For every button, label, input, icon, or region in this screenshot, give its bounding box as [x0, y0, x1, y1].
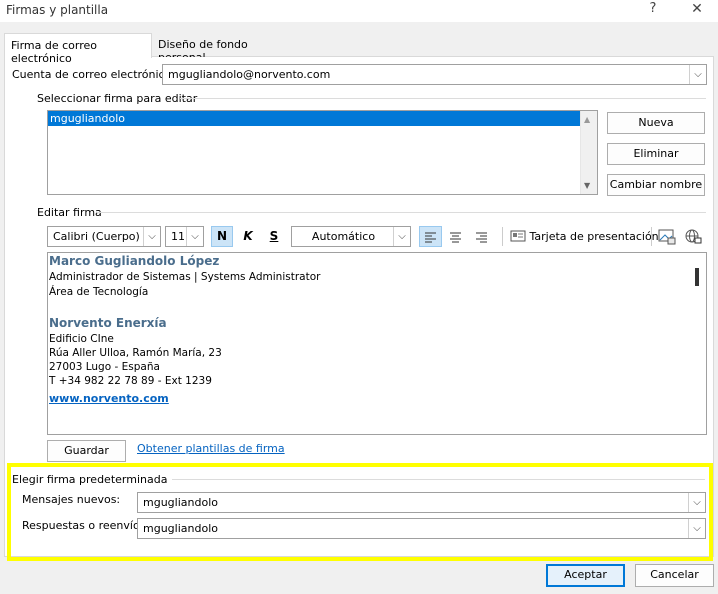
delete-signature-label: Eliminar	[633, 147, 679, 160]
cancel-button[interactable]: Cancelar	[635, 564, 714, 587]
font-name-select[interactable]: Calibri (Cuerpo) ⌵	[47, 226, 161, 247]
underline-button[interactable]: S	[264, 226, 284, 247]
tab-email-signature[interactable]: Firma de correo electrónico	[4, 33, 152, 65]
editor-scroll-thumb[interactable]	[695, 268, 699, 286]
toolbar-separator	[651, 227, 652, 246]
new-messages-value: mgugliandolo	[143, 496, 218, 509]
picture-icon	[658, 229, 676, 245]
align-left-button[interactable]	[419, 226, 442, 247]
save-signature-button[interactable]: Guardar	[47, 440, 126, 462]
group-divider	[172, 479, 705, 480]
signature-building: Edificio CIne	[49, 333, 114, 345]
business-card-button[interactable]: Tarjeta de presentación	[510, 226, 659, 247]
font-size-select[interactable]: 11 ⌵	[165, 226, 204, 247]
signature-phone: T +34 982 22 78 89 - Ext 1239	[49, 375, 212, 387]
rename-signature-button[interactable]: Cambiar nombre	[607, 174, 705, 196]
account-value: mgugliandolo@norvento.com	[168, 68, 331, 81]
bold-button[interactable]: N	[211, 226, 233, 247]
signature-company: Norvento Enerxía	[49, 316, 167, 330]
font-name-value: Calibri (Cuerpo)	[53, 230, 140, 243]
toolbar-separator	[502, 227, 503, 246]
signature-name: Marco Gugliandolo López	[49, 254, 220, 268]
chevron-down-icon: ⌵	[393, 227, 410, 246]
chevron-down-icon: ⌵	[186, 227, 203, 246]
font-color-select[interactable]: Automático ⌵	[291, 226, 411, 247]
signature-list[interactable]: mgugliandolo ▲ ▼	[47, 110, 598, 195]
delete-signature-button[interactable]: Eliminar	[607, 143, 705, 165]
scroll-down-icon[interactable]: ▼	[584, 181, 590, 190]
replies-label: Respuestas o reenvíos:	[22, 519, 150, 532]
italic-button[interactable]: K	[238, 226, 258, 247]
chevron-down-icon: ⌵	[689, 65, 706, 84]
ok-label: Aceptar	[564, 568, 607, 581]
signature-list-scrollbar[interactable]: ▲ ▼	[580, 111, 597, 194]
font-color-value: Automático	[311, 230, 376, 243]
window-title: Firmas y plantilla	[6, 3, 109, 17]
new-signature-label: Nueva	[638, 116, 674, 129]
business-card-label: Tarjeta de presentación	[529, 230, 659, 243]
insert-picture-button[interactable]	[657, 226, 677, 247]
select-signature-group-label: Seleccionar firma para editar	[37, 92, 197, 105]
signature-city: 27003 Lugo - España	[49, 361, 160, 373]
new-messages-select[interactable]: mgugliandolo ⌵	[137, 492, 706, 513]
new-messages-label: Mensajes nuevos:	[22, 493, 121, 506]
account-label: Cuenta de correo electrónico:	[12, 68, 176, 81]
signature-role: Administrador de Sistemas | Systems Admi…	[49, 271, 321, 283]
edit-signature-label: Editar firma	[37, 206, 102, 219]
align-center-icon	[450, 232, 461, 243]
rename-signature-label: Cambiar nombre	[609, 178, 703, 191]
cancel-label: Cancelar	[650, 568, 699, 581]
get-templates-link[interactable]: Obtener plantillas de firma	[137, 442, 285, 455]
select-signature-label: Seleccionar firma para editar	[37, 92, 198, 105]
align-center-button[interactable]	[445, 226, 468, 247]
chevron-down-icon: ⌵	[688, 493, 705, 512]
signature-street: Rúa Aller Ulloa, Ramón María, 23	[49, 347, 222, 359]
close-button[interactable]: ✕	[688, 1, 706, 19]
font-size-value: 11	[171, 230, 185, 243]
chevron-down-icon: ⌵	[143, 227, 160, 246]
editor-scrollbar[interactable]	[689, 253, 706, 434]
group-divider	[97, 212, 706, 213]
replies-select[interactable]: mgugliandolo ⌵	[137, 518, 706, 539]
group-divider	[180, 98, 706, 99]
insert-hyperlink-button[interactable]	[683, 226, 703, 247]
signature-department: Área de Tecnología	[49, 286, 149, 298]
default-signature-group-label: Elegir firma predeterminada	[12, 473, 168, 486]
chevron-down-icon: ⌵	[688, 519, 705, 538]
align-right-button[interactable]	[471, 226, 494, 247]
tab-personal-stationery[interactable]: Diseño de fondo personal	[152, 33, 292, 64]
new-signature-button[interactable]: Nueva	[607, 112, 705, 134]
replies-value: mgugliandolo	[143, 522, 218, 535]
save-label: Guardar	[64, 444, 109, 457]
scroll-up-icon[interactable]: ▲	[584, 115, 590, 124]
hyperlink-globe-icon	[685, 229, 702, 244]
business-card-icon	[510, 230, 526, 242]
align-left-icon	[425, 232, 436, 243]
ok-button[interactable]: Aceptar	[546, 564, 625, 587]
signature-website-link[interactable]: www.norvento.com	[49, 392, 169, 405]
account-select[interactable]: mgugliandolo@norvento.com ⌵	[162, 64, 707, 85]
help-button[interactable]: ?	[645, 1, 661, 19]
signature-list-item[interactable]: mgugliandolo	[48, 111, 580, 126]
align-right-icon	[476, 232, 487, 243]
